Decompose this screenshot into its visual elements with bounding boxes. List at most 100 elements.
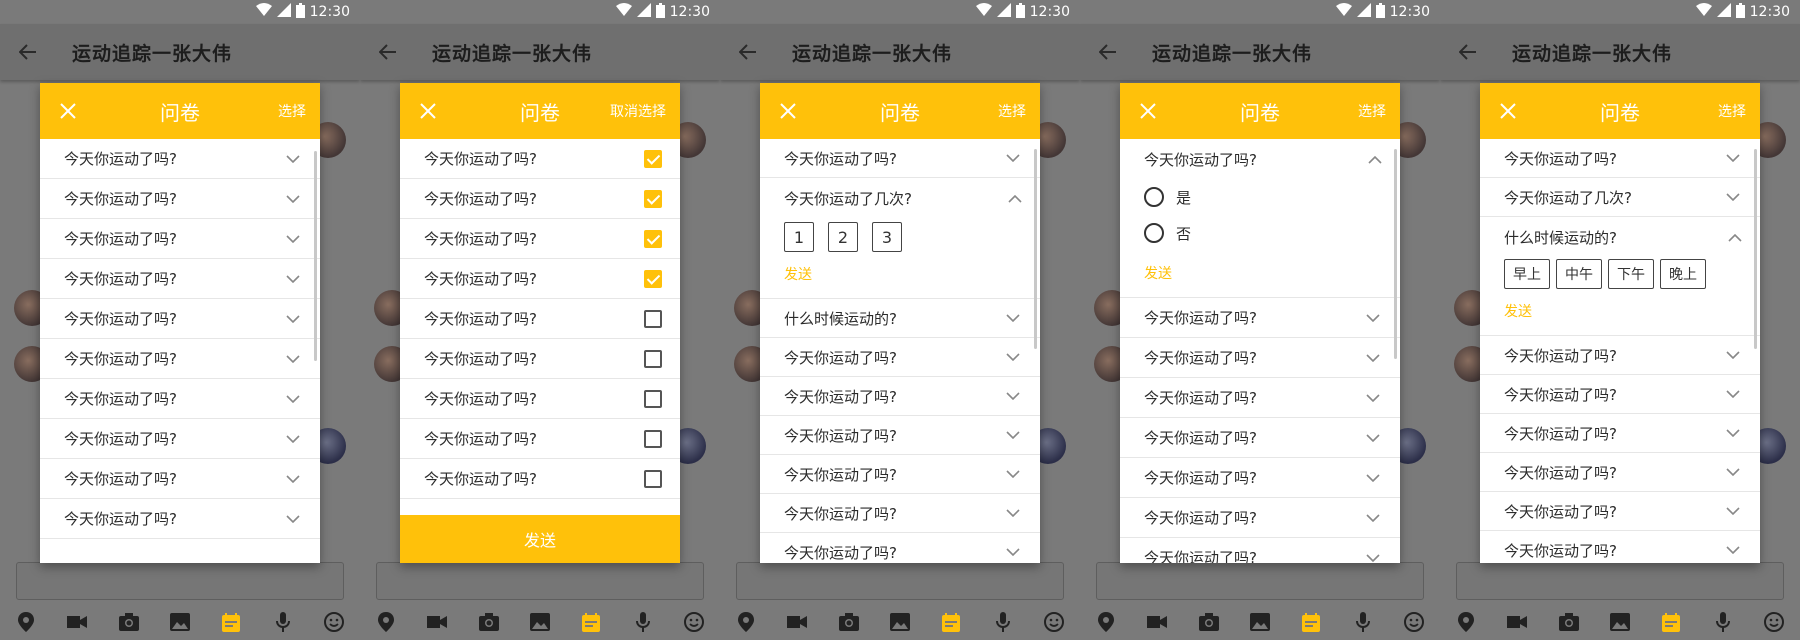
question-row[interactable]: 今天你运动了吗?: [400, 219, 680, 259]
mic-icon[interactable]: [271, 610, 295, 634]
calendar-icon[interactable]: [1299, 610, 1323, 634]
question-row[interactable]: 今天你运动了吗?: [1120, 498, 1400, 538]
question-row[interactable]: 今天你运动了吗?: [760, 494, 1040, 533]
calendar-icon[interactable]: [579, 610, 603, 634]
select-action-button[interactable]: 取消选择: [610, 101, 666, 121]
question-row[interactable]: 今天你运动了吗?: [1480, 375, 1760, 414]
emoji-icon[interactable]: [1042, 610, 1066, 634]
calendar-icon[interactable]: [1659, 610, 1683, 634]
question-row[interactable]: 今天你运动了吗?: [1120, 338, 1400, 378]
question-row[interactable]: 今天你运动了吗?: [760, 416, 1040, 455]
camera-icon[interactable]: [117, 610, 141, 634]
back-button[interactable]: [720, 24, 776, 80]
question-row[interactable]: 今天你运动了吗?: [40, 299, 320, 339]
question-row[interactable]: 今天你运动了吗?: [760, 377, 1040, 416]
calendar-icon[interactable]: [939, 610, 963, 634]
question-row[interactable]: 今天你运动了吗?: [1480, 453, 1760, 492]
radio-button[interactable]: [1144, 223, 1164, 243]
location-icon[interactable]: [1094, 610, 1118, 634]
question-row[interactable]: 今天你运动了吗?: [40, 459, 320, 499]
scrollbar[interactable]: [1754, 149, 1757, 349]
question-row[interactable]: 今天你运动了吗?: [40, 419, 320, 459]
time-option-button[interactable]: 下午: [1608, 259, 1654, 289]
mic-icon[interactable]: [631, 610, 655, 634]
back-button[interactable]: [360, 24, 416, 80]
question-row[interactable]: 今天你运动了吗?: [400, 139, 680, 179]
question-row[interactable]: 今天你运动了几次?: [1480, 178, 1760, 217]
camera-icon[interactable]: [837, 610, 861, 634]
question-row[interactable]: 今天你运动了吗?: [1120, 538, 1400, 563]
video-icon[interactable]: [65, 610, 89, 634]
question-row[interactable]: 今天你运动了吗?: [760, 533, 1040, 563]
location-icon[interactable]: [14, 610, 38, 634]
camera-icon[interactable]: [477, 610, 501, 634]
select-action-button[interactable]: 选择: [278, 101, 306, 121]
question-row[interactable]: 今天你运动了吗?: [1120, 298, 1400, 338]
question-row[interactable]: 今天你运动了吗?: [400, 259, 680, 299]
question-row[interactable]: 什么时候运动的?: [760, 299, 1040, 338]
count-option-button[interactable]: 3: [872, 222, 902, 252]
question-row[interactable]: 今天你运动了吗?: [760, 139, 1040, 178]
image-icon[interactable]: [1248, 610, 1272, 634]
radio-button[interactable]: [1144, 187, 1164, 207]
message-input[interactable]: [736, 562, 1064, 600]
select-action-button[interactable]: 选择: [1358, 101, 1386, 121]
question-row[interactable]: 今天你运动了吗?: [1120, 418, 1400, 458]
emoji-icon[interactable]: [1402, 610, 1426, 634]
question-row[interactable]: 今天你运动了吗?: [400, 459, 680, 499]
scrollbar[interactable]: [1394, 149, 1397, 359]
mic-icon[interactable]: [991, 610, 1015, 634]
select-action-button[interactable]: 选择: [998, 101, 1026, 121]
select-checkbox[interactable]: [644, 189, 662, 208]
location-icon[interactable]: [734, 610, 758, 634]
question-row[interactable]: 今天你运动了吗?: [1480, 531, 1760, 563]
close-button[interactable]: [54, 97, 82, 125]
question-row[interactable]: 今天你运动了吗?: [1480, 336, 1760, 375]
question-row[interactable]: 今天你运动了吗?: [400, 179, 680, 219]
close-button[interactable]: [1134, 97, 1162, 125]
select-checkbox[interactable]: [644, 229, 662, 248]
question-row[interactable]: 今天你运动了吗?: [40, 219, 320, 259]
message-input[interactable]: [16, 562, 344, 600]
camera-icon[interactable]: [1197, 610, 1221, 634]
expanded-question-header[interactable]: 今天你运动了几次?: [784, 178, 1022, 218]
time-option-button[interactable]: 晚上: [1660, 259, 1706, 289]
question-row[interactable]: 今天你运动了吗?: [40, 259, 320, 299]
emoji-icon[interactable]: [682, 610, 706, 634]
close-button[interactable]: [1494, 97, 1522, 125]
emoji-icon[interactable]: [322, 610, 346, 634]
video-icon[interactable]: [1145, 610, 1169, 634]
question-row[interactable]: 今天你运动了吗?: [40, 499, 320, 539]
select-checkbox[interactable]: [644, 269, 662, 288]
count-option-button[interactable]: 1: [784, 222, 814, 252]
question-row[interactable]: 今天你运动了吗?: [760, 455, 1040, 494]
question-row[interactable]: 今天你运动了吗?: [1480, 492, 1760, 531]
message-input[interactable]: [376, 562, 704, 600]
question-row[interactable]: 今天你运动了吗?: [1120, 378, 1400, 418]
question-row[interactable]: 今天你运动了吗?: [1120, 458, 1400, 498]
expanded-question-header[interactable]: 今天你运动了吗?: [1144, 139, 1382, 179]
question-row[interactable]: 今天你运动了吗?: [1480, 139, 1760, 178]
image-icon[interactable]: [888, 610, 912, 634]
image-icon[interactable]: [1608, 610, 1632, 634]
expanded-question-header[interactable]: 什么时候运动的?: [1504, 217, 1742, 257]
location-icon[interactable]: [1454, 610, 1478, 634]
video-icon[interactable]: [1505, 610, 1529, 634]
emoji-icon[interactable]: [1762, 610, 1786, 634]
message-input[interactable]: [1456, 562, 1784, 600]
scrollbar[interactable]: [314, 151, 317, 361]
select-action-button[interactable]: 选择: [1718, 101, 1746, 121]
question-row[interactable]: 今天你运动了吗?: [1480, 414, 1760, 453]
video-icon[interactable]: [425, 610, 449, 634]
image-icon[interactable]: [168, 610, 192, 634]
back-button[interactable]: [0, 24, 56, 80]
send-answer-link[interactable]: 发送: [1504, 301, 1742, 321]
camera-icon[interactable]: [1557, 610, 1581, 634]
back-button[interactable]: [1440, 24, 1496, 80]
time-option-button[interactable]: 早上: [1504, 259, 1550, 289]
question-row[interactable]: 今天你运动了吗?: [400, 299, 680, 339]
calendar-icon[interactable]: [219, 610, 243, 634]
select-checkbox[interactable]: [644, 429, 662, 448]
mic-icon[interactable]: [1351, 610, 1375, 634]
back-button[interactable]: [1080, 24, 1136, 80]
